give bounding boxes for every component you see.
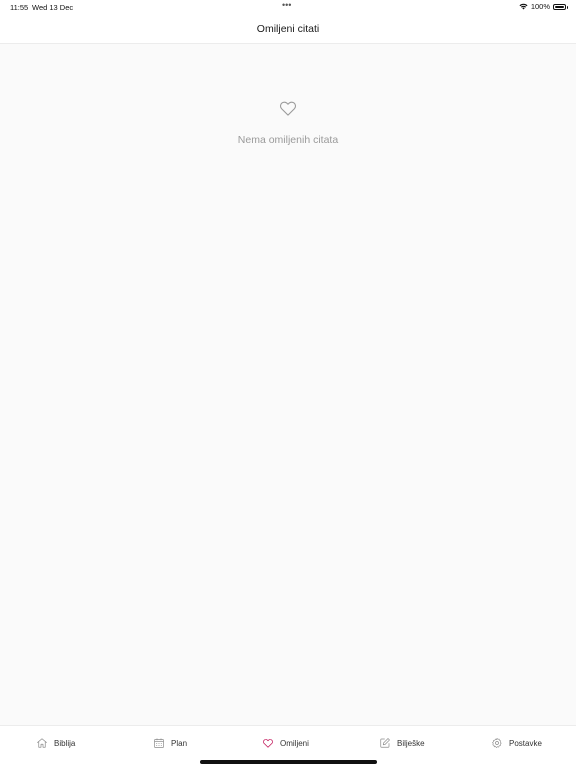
tab-label: Biblija	[54, 738, 76, 748]
tab-label: Plan	[171, 738, 188, 748]
tab-label: Omiljeni	[280, 738, 309, 748]
heart-outline-icon	[279, 101, 297, 116]
calendar-icon	[154, 738, 164, 748]
tab-biblija[interactable]: Biblija	[36, 736, 75, 750]
tab-biljeske[interactable]: Bilješke	[379, 736, 425, 750]
tab-omiljeni[interactable]: Omiljeni	[262, 736, 309, 750]
home-icon	[37, 738, 47, 748]
empty-message: Nema omiljenih citata	[237, 134, 339, 146]
status-right: 100%	[519, 2, 568, 11]
tab-plan[interactable]: Plan	[153, 736, 187, 750]
status-bar: 11:55 Wed 13 Dec ••• 100%	[0, 0, 576, 14]
tab-postavke[interactable]: Postavke	[491, 736, 542, 750]
multitasking-dots[interactable]: •••	[282, 0, 291, 10]
status-time: 11:55	[10, 3, 29, 12]
tab-label: Postavke	[509, 738, 542, 748]
battery-fill	[555, 5, 564, 8]
empty-state: Nema omiljenih citata	[0, 98, 576, 146]
battery-icon	[553, 3, 568, 10]
battery-percent: 100%	[530, 2, 550, 11]
wifi-icon	[519, 3, 528, 10]
heart-icon	[263, 739, 273, 748]
status-date: Wed 13 Dec	[32, 3, 74, 12]
gear-icon	[492, 737, 502, 748]
edit-icon	[380, 738, 390, 748]
home-indicator[interactable]	[200, 760, 377, 764]
tab-label: Bilješke	[397, 738, 425, 748]
page-title: Omiljeni citati	[256, 22, 320, 35]
screen: 11:55 Wed 13 Dec ••• 100% Omiljeni citat…	[0, 0, 576, 768]
nav-header: Omiljeni citati	[0, 14, 576, 44]
